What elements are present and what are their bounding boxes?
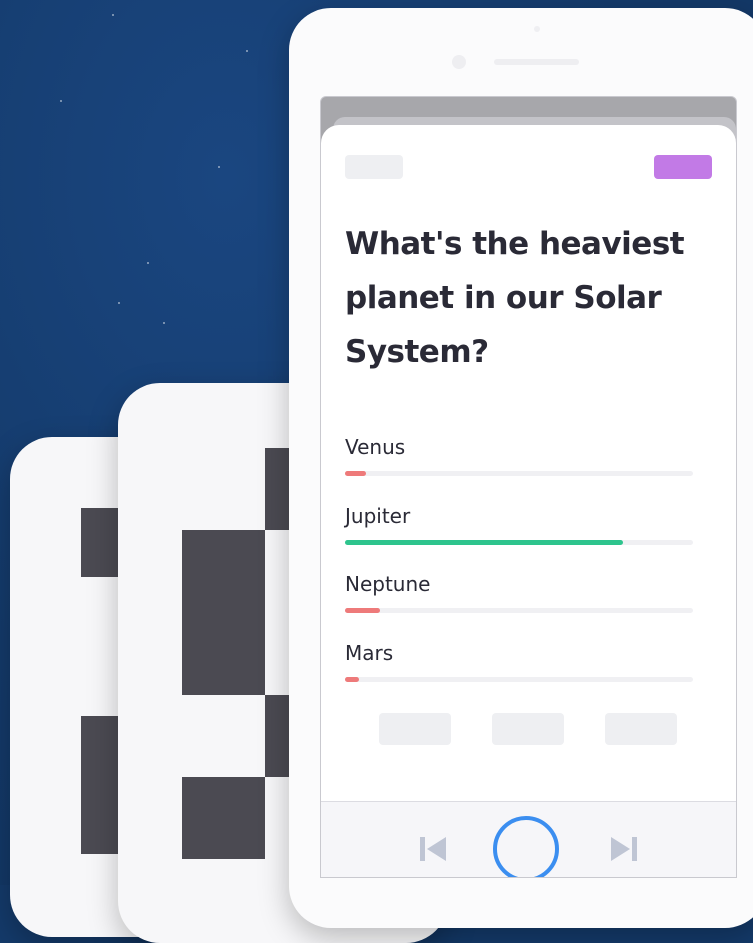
result-bar-fill	[345, 540, 624, 545]
answer-option[interactable]: Venus	[345, 433, 693, 476]
camera-icon	[452, 55, 466, 69]
option-button[interactable]	[379, 713, 451, 745]
sensor-dot	[534, 26, 540, 32]
placeholder-block	[182, 777, 265, 859]
answer-label: Jupiter	[345, 504, 411, 528]
question-counter-placeholder	[345, 155, 403, 179]
star	[246, 50, 248, 52]
skip-next-icon[interactable]	[609, 834, 639, 870]
speaker-grille	[494, 59, 579, 65]
answer-option[interactable]: Neptune	[345, 570, 693, 613]
option-button[interactable]	[605, 713, 677, 745]
result-bar-fill	[345, 677, 359, 682]
star	[118, 302, 120, 304]
answer-option[interactable]: Jupiter	[345, 502, 693, 545]
phone-screen: What's the heaviest planet in our Solar …	[320, 96, 737, 878]
placeholder-block	[81, 508, 121, 577]
player-controls	[321, 801, 736, 877]
category-tag	[654, 155, 712, 179]
question-card: What's the heaviest planet in our Solar …	[321, 125, 736, 877]
result-bar	[345, 540, 693, 545]
result-bar	[345, 471, 693, 476]
placeholder-block	[182, 530, 265, 695]
result-bar-fill	[345, 471, 366, 476]
result-bar	[345, 608, 693, 613]
quiz-phone: What's the heaviest planet in our Solar …	[289, 8, 753, 928]
result-bar	[345, 677, 693, 682]
star	[218, 166, 220, 168]
result-bar-fill	[345, 608, 380, 613]
star	[60, 100, 62, 102]
answer-label: Venus	[345, 435, 406, 459]
star	[163, 322, 165, 324]
star	[147, 262, 149, 264]
answer-label: Mars	[345, 641, 394, 665]
question-text: What's the heaviest planet in our Solar …	[345, 226, 685, 370]
play-circle-icon[interactable]	[493, 816, 559, 877]
skip-previous-icon[interactable]	[418, 834, 448, 870]
answer-option[interactable]: Mars	[345, 639, 693, 682]
option-button[interactable]	[492, 713, 564, 745]
placeholder-block	[81, 716, 121, 854]
answer-label: Neptune	[345, 572, 431, 596]
star	[112, 14, 114, 16]
